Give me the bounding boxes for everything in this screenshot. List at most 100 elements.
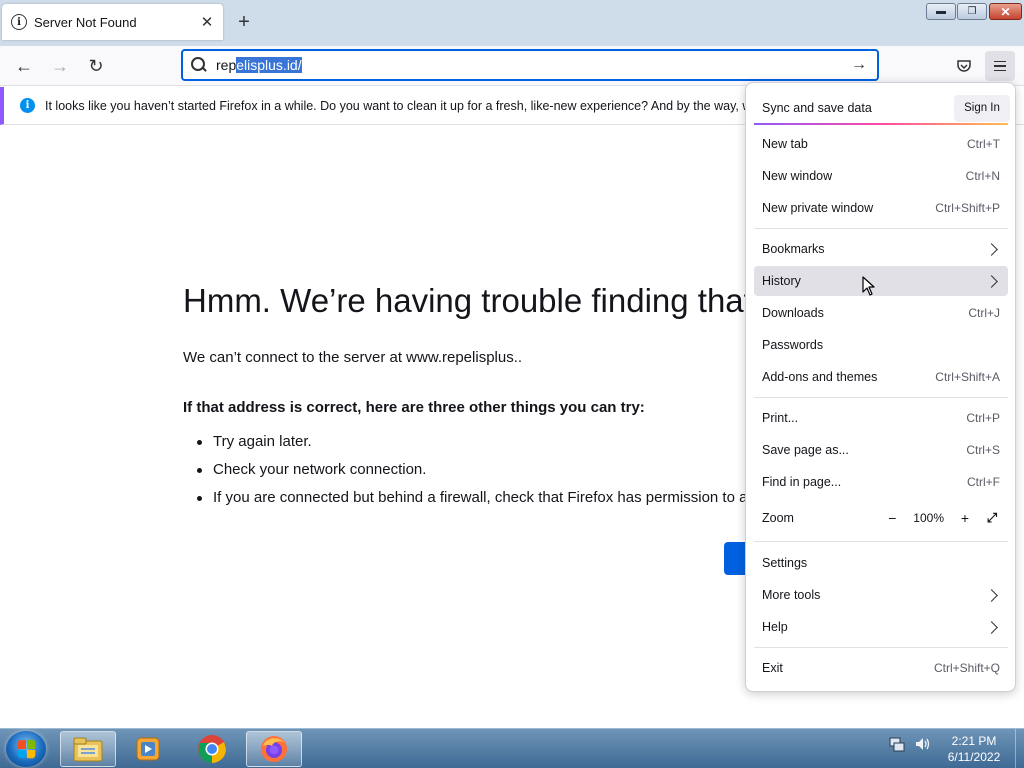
sync-row: Sync and save data Sign In [754,89,1010,127]
menu-item-exit[interactable]: Exit Ctrl+Shift+Q [754,653,1008,683]
menu-separator [754,647,1008,648]
menu-item-label: Find in page... [762,475,842,489]
reload-button[interactable]: ↻ [83,54,109,78]
taskbar-chrome[interactable] [184,731,240,767]
forward-button[interactable]: → [47,54,73,78]
menu-separator [754,541,1008,542]
menu-item-shortcut: Ctrl+T [967,137,1000,151]
chrome-icon [198,735,226,763]
windows-taskbar: 2:21 PM 6/11/2022 [0,728,1024,768]
fullscreen-button[interactable]: ⤢ [984,510,1000,526]
tab-strip: i Server Not Found ✕ + ▬ ❐ ✕ [0,0,1024,46]
url-input[interactable]: repelisplus.id/ [216,57,847,73]
error-suggestions-heading: If that address is correct, here are thr… [183,399,645,416]
minimize-button[interactable]: ▬ [926,3,956,20]
media-player-icon [136,737,160,761]
taskbar-explorer[interactable] [60,731,116,767]
zoom-level[interactable]: 100% [913,511,944,525]
menu-item-save-page[interactable]: Save page as... Ctrl+S [754,435,1008,465]
zoom-in-button[interactable]: + [954,507,976,529]
url-selected-text: elisplus.id/ [236,57,302,73]
menu-item-bookmarks[interactable]: Bookmarks [754,234,1008,264]
tab-server-not-found[interactable]: i Server Not Found ✕ [2,4,223,40]
menu-item-passwords[interactable]: Passwords [754,330,1008,360]
url-prefix-text: rep [216,57,237,73]
hamburger-line [994,60,1006,63]
search-icon [191,57,207,73]
menu-separator [754,228,1008,229]
navigation-toolbar: ← → ↻ repelisplus.id/ → [0,46,1024,86]
system-clock[interactable]: 2:21 PM 6/11/2022 [936,733,1012,765]
error-title: Hmm. We’re having trouble finding that s… [183,282,823,319]
error-description: We can’t connect to the server at www.re… [183,349,523,366]
menu-item-shortcut: Ctrl+S [966,443,1000,457]
new-tab-button[interactable]: + [234,12,254,32]
tab-title: Server Not Found [34,14,137,30]
menu-item-shortcut: Ctrl+Shift+P [935,201,1000,215]
zoom-out-button[interactable]: − [881,507,903,529]
menu-separator [754,397,1008,398]
menu-item-addons-themes[interactable]: Add-ons and themes Ctrl+Shift+A [754,362,1008,392]
back-button[interactable]: ← [11,54,37,78]
menu-item-shortcut: Ctrl+J [968,306,1000,320]
menu-item-settings[interactable]: Settings [754,548,1008,578]
menu-item-label: New tab [762,137,808,151]
sync-gradient-divider [754,123,1008,125]
menu-item-label: Bookmarks [762,242,825,256]
sign-in-button[interactable]: Sign In [954,94,1010,122]
app-menu-panel: Sync and save data Sign In New tab Ctrl+… [745,82,1016,692]
network-icon[interactable] [888,735,906,753]
menu-item-print[interactable]: Print... Ctrl+P [754,403,1008,433]
menu-item-more-tools[interactable]: More tools [754,580,1008,610]
menu-item-label: Passwords [762,338,824,352]
menu-item-label: History [762,274,801,288]
menu-item-help[interactable]: Help [754,612,1008,642]
menu-item-history[interactable]: History [754,266,1008,296]
menu-item-label: Print... [762,411,799,425]
chevron-right-icon [985,242,998,256]
menu-item-label: Save page as... [762,443,849,457]
menu-item-label: New private window [762,201,874,215]
menu-item-label: New window [762,169,833,183]
menu-item-label: Downloads [762,306,824,320]
menu-item-shortcut: Ctrl+Shift+A [935,370,1000,384]
hamburger-line [994,65,1006,67]
hamburger-line [994,69,1006,72]
notification-text: It looks like you haven’t started Firefo… [45,98,826,113]
show-desktop-button[interactable] [1015,729,1024,768]
firefox-icon [261,736,287,762]
close-window-button[interactable]: ✕ [989,3,1022,20]
windows-logo-icon [17,739,36,759]
menu-item-label: Settings [762,556,808,570]
info-icon: i [11,14,27,30]
menu-item-find-in-page[interactable]: Find in page... Ctrl+F [754,467,1008,497]
explorer-icon [73,737,103,762]
menu-item-label: Zoom [762,511,794,525]
start-button[interactable] [6,731,46,767]
maximize-button[interactable]: ❐ [957,3,987,20]
system-tray [888,735,932,753]
pocket-icon[interactable] [953,55,975,77]
go-arrow-button[interactable]: → [847,56,871,74]
taskbar-media-player[interactable] [120,731,176,767]
menu-item-label: More tools [762,588,821,602]
menu-item-shortcut: Ctrl+F [967,475,1000,489]
taskbar-firefox[interactable] [246,731,302,767]
volume-icon[interactable] [914,735,932,753]
open-menu-button[interactable] [985,51,1015,81]
mouse-cursor-icon [862,276,875,296]
menu-item-downloads[interactable]: Downloads Ctrl+J [754,298,1008,328]
clock-time: 2:21 PM [951,734,997,748]
close-tab-button[interactable]: ✕ [197,12,217,32]
menu-item-new-private-window[interactable]: New private window Ctrl+Shift+P [754,193,1008,223]
menu-item-label: Add-ons and themes [762,370,878,384]
menu-item-label: Exit [762,661,783,675]
menu-item-new-window[interactable]: New window Ctrl+N [754,161,1008,191]
menu-item-new-tab[interactable]: New tab Ctrl+T [754,129,1008,159]
url-bar[interactable]: repelisplus.id/ → [181,49,879,81]
menu-item-label: Help [762,620,788,634]
info-icon: i [20,98,35,113]
menu-item-shortcut: Ctrl+Shift+Q [933,661,1000,675]
chevron-right-icon [985,274,998,288]
menu-item-shortcut: Ctrl+N [965,169,1000,183]
